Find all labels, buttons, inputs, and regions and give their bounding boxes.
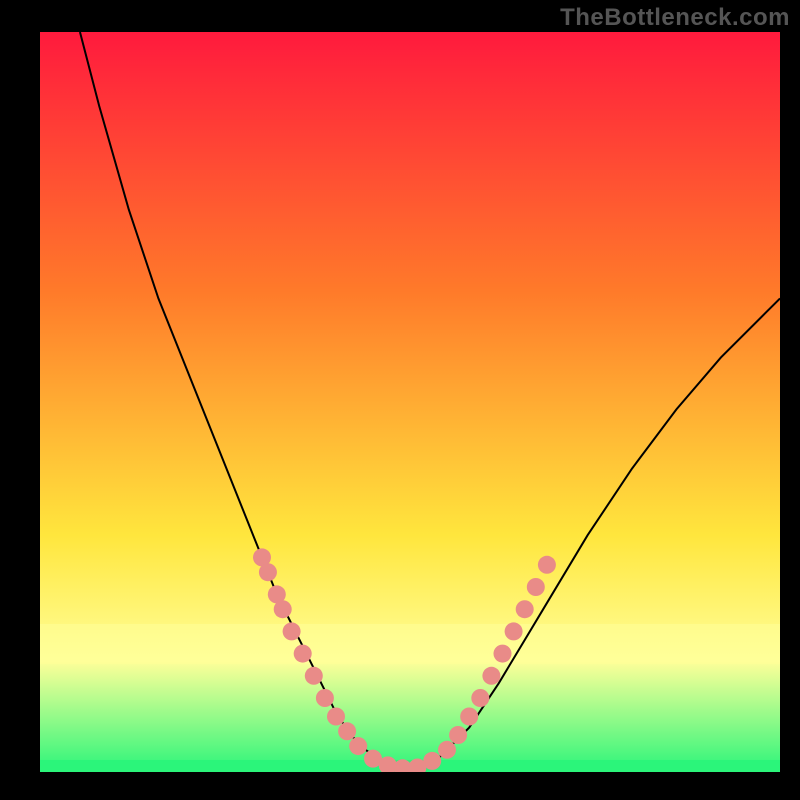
marker-dot	[516, 600, 534, 618]
marker-dot	[494, 645, 512, 663]
marker-dot	[438, 741, 456, 759]
marker-dot	[460, 708, 478, 726]
marker-dot	[505, 622, 523, 640]
marker-dot	[538, 556, 556, 574]
marker-dot	[527, 578, 545, 596]
marker-dot	[259, 563, 277, 581]
marker-dot	[338, 722, 356, 740]
marker-dot	[471, 689, 489, 707]
pale-yellow-band	[40, 624, 780, 664]
watermark-label: TheBottleneck.com	[560, 4, 790, 32]
marker-dot	[327, 708, 345, 726]
plot-area	[40, 32, 780, 772]
chart-frame: TheBottleneck.com	[0, 0, 800, 800]
marker-dot	[294, 645, 312, 663]
marker-dot	[482, 667, 500, 685]
marker-dot	[449, 726, 467, 744]
marker-dot	[349, 737, 367, 755]
marker-dot	[305, 667, 323, 685]
marker-dot	[283, 622, 301, 640]
marker-dot	[423, 752, 441, 770]
marker-dot	[316, 689, 334, 707]
chart-svg	[40, 32, 780, 772]
marker-dot	[274, 600, 292, 618]
